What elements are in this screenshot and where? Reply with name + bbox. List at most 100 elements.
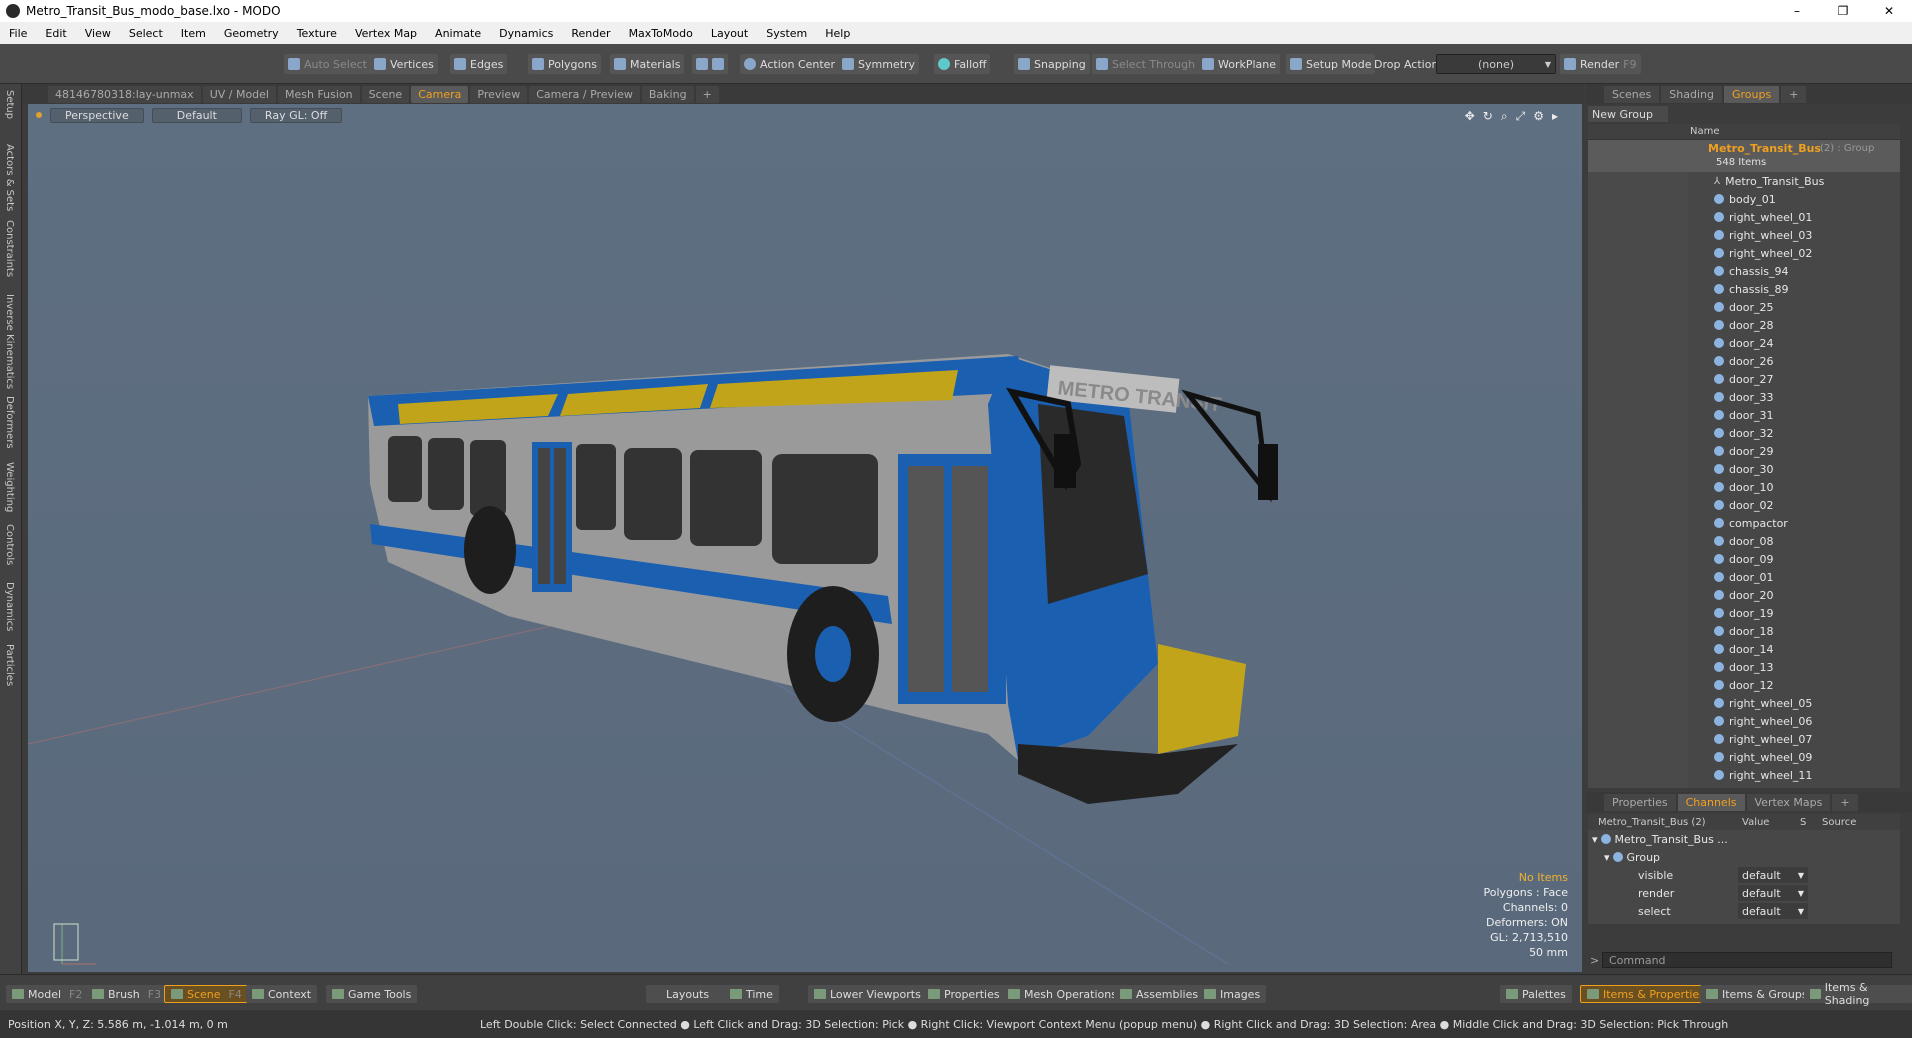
- menu-animate[interactable]: Animate: [426, 27, 490, 40]
- tree-item[interactable]: door_24: [1588, 334, 1900, 352]
- tab-actors-sets[interactable]: Actors & Sets: [4, 144, 15, 211]
- edges-button[interactable]: Edges: [450, 54, 508, 74]
- tab-properties[interactable]: Properties: [1604, 793, 1676, 811]
- items-properties-button[interactable]: Items & Properties: [1580, 985, 1712, 1003]
- tab-shading[interactable]: Shading: [1661, 85, 1722, 103]
- tab-scenes[interactable]: Scenes: [1604, 85, 1660, 103]
- channels-group-row[interactable]: ▾ Group: [1588, 848, 1900, 866]
- assemblies-button[interactable]: Assemblies: [1114, 985, 1205, 1003]
- tree-item[interactable]: door_12: [1588, 676, 1900, 694]
- expand-icon[interactable]: ▾: [1592, 833, 1598, 846]
- tree-item[interactable]: chassis_89: [1588, 280, 1900, 298]
- channel-row-visible[interactable]: visible default ▼: [1588, 866, 1900, 884]
- lower-viewports-button[interactable]: Lower Viewports: [808, 985, 927, 1003]
- channel-value-select[interactable]: default ▼: [1738, 903, 1808, 919]
- layouts-button[interactable]: Layouts: [646, 985, 730, 1003]
- selection-sets-button[interactable]: [692, 54, 728, 74]
- tree-item[interactable]: body_01: [1588, 190, 1900, 208]
- 3d-viewport[interactable]: METRO TRANSIT Perspective Default Ray GL…: [28, 104, 1582, 972]
- tree-item[interactable]: door_09: [1588, 550, 1900, 568]
- tab-particles[interactable]: Particles: [4, 644, 15, 686]
- auto-select-button[interactable]: Auto Select: [284, 54, 371, 74]
- tab-channels[interactable]: Channels: [1677, 793, 1745, 811]
- tree-item[interactable]: right_wheel_03: [1588, 226, 1900, 244]
- bus-model[interactable]: METRO TRANSIT: [368, 354, 1278, 804]
- tree-item[interactable]: door_26: [1588, 352, 1900, 370]
- tree-item[interactable]: door_02: [1588, 496, 1900, 514]
- tab-uv-model[interactable]: UV / Model: [202, 85, 276, 103]
- tree-item[interactable]: right_wheel_05: [1588, 694, 1900, 712]
- properties-button[interactable]: Properties: [922, 985, 1006, 1003]
- tree-item[interactable]: door_25: [1588, 298, 1900, 316]
- menu-maxtomodo[interactable]: MaxToModo: [620, 27, 702, 40]
- expand-icon[interactable]: ▾: [1604, 851, 1610, 864]
- tree-item[interactable]: door_13: [1588, 658, 1900, 676]
- tab-controls[interactable]: Controls: [4, 524, 15, 565]
- add-tab-button[interactable]: +: [695, 85, 719, 103]
- action-center-button[interactable]: Action Center: [740, 54, 839, 74]
- tree-item[interactable]: ⅄ Metro_Transit_Bus: [1588, 172, 1900, 190]
- rotate-icon[interactable]: ↻: [1483, 109, 1493, 124]
- falloff-button[interactable]: Falloff: [934, 54, 991, 74]
- menu-system[interactable]: System: [757, 27, 816, 40]
- tree-item[interactable]: door_10: [1588, 478, 1900, 496]
- items-shading-button[interactable]: Items & Shading: [1804, 981, 1912, 1007]
- tree-item[interactable]: door_33: [1588, 388, 1900, 406]
- workplane-button[interactable]: WorkPlane: [1198, 54, 1281, 74]
- channel-value-select[interactable]: default ▼: [1738, 885, 1808, 901]
- raygl-button[interactable]: Ray GL: Off: [249, 107, 343, 123]
- menu-file[interactable]: File: [0, 27, 36, 40]
- zoom-icon[interactable]: ⌕: [1501, 109, 1508, 124]
- menu-item[interactable]: Item: [172, 27, 215, 40]
- tree-item[interactable]: door_29: [1588, 442, 1900, 460]
- tab-vertex-maps[interactable]: Vertex Maps: [1746, 793, 1831, 811]
- new-group-button[interactable]: New Group: [1588, 106, 1668, 122]
- channel-row-render[interactable]: render default ▼: [1588, 884, 1900, 902]
- setup-mode-button[interactable]: Setup Mode: [1286, 54, 1376, 74]
- vertices-button[interactable]: Vertices: [370, 54, 438, 74]
- tree-item[interactable]: compactor: [1588, 514, 1900, 532]
- close-button[interactable]: ✕: [1866, 0, 1912, 22]
- game-tools-button[interactable]: Game Tools: [326, 985, 418, 1003]
- tree-item[interactable]: door_28: [1588, 316, 1900, 334]
- tree-item[interactable]: door_14: [1588, 640, 1900, 658]
- tab-scene[interactable]: Scene: [361, 85, 410, 103]
- snapping-button[interactable]: Snapping: [1014, 54, 1090, 74]
- tab-camera-preview[interactable]: Camera / Preview: [529, 85, 640, 103]
- tab-inverse-kinematics[interactable]: Inverse Kinematics: [4, 294, 15, 389]
- channel-row-select[interactable]: select default ▼: [1588, 902, 1900, 920]
- tab-dynamics[interactable]: Dynamics: [4, 582, 15, 631]
- items-groups-button[interactable]: Items & Groups: [1700, 985, 1814, 1003]
- brush-layout-button[interactable]: Brush F3: [86, 985, 168, 1003]
- menu-view[interactable]: View: [76, 27, 120, 40]
- menu-select[interactable]: Select: [120, 27, 172, 40]
- pan-icon[interactable]: ✥: [1465, 109, 1475, 124]
- menu-help[interactable]: Help: [816, 27, 859, 40]
- view-mode-button[interactable]: Perspective: [50, 107, 144, 123]
- menu-edit[interactable]: Edit: [36, 27, 75, 40]
- add-bottom-tab-button[interactable]: +: [1832, 793, 1858, 811]
- tab-baking[interactable]: Baking: [641, 85, 694, 103]
- tree-item[interactable]: door_19: [1588, 604, 1900, 622]
- tab-layout-unmax[interactable]: 48146780318:lay-unmax: [48, 85, 201, 103]
- add-right-tab-button[interactable]: +: [1781, 85, 1807, 103]
- tree-item[interactable]: right_wheel_06: [1588, 712, 1900, 730]
- materials-button[interactable]: Materials: [610, 54, 685, 74]
- tab-constraints[interactable]: Constraints: [4, 220, 15, 277]
- tree-item[interactable]: chassis_94: [1588, 262, 1900, 280]
- tab-preview[interactable]: Preview: [470, 85, 528, 103]
- model-layout-button[interactable]: Model F2: [6, 985, 89, 1003]
- scene-layout-button[interactable]: Scene F4: [164, 985, 249, 1003]
- tree-item[interactable]: right_wheel_02: [1588, 244, 1900, 262]
- images-button[interactable]: Images: [1198, 985, 1267, 1003]
- menu-texture[interactable]: Texture: [288, 27, 346, 40]
- context-button[interactable]: Context: [246, 985, 318, 1003]
- maximize-button[interactable]: ❐: [1820, 0, 1866, 22]
- tree-item[interactable]: right_wheel_07: [1588, 730, 1900, 748]
- menu-dynamics[interactable]: Dynamics: [490, 27, 562, 40]
- tree-item[interactable]: right_wheel_09: [1588, 748, 1900, 766]
- tab-camera[interactable]: Camera: [411, 85, 469, 103]
- tab-groups[interactable]: Groups: [1723, 85, 1780, 103]
- menu-vertex-map[interactable]: Vertex Map: [346, 27, 426, 40]
- tree-item[interactable]: right_wheel_11: [1588, 766, 1900, 784]
